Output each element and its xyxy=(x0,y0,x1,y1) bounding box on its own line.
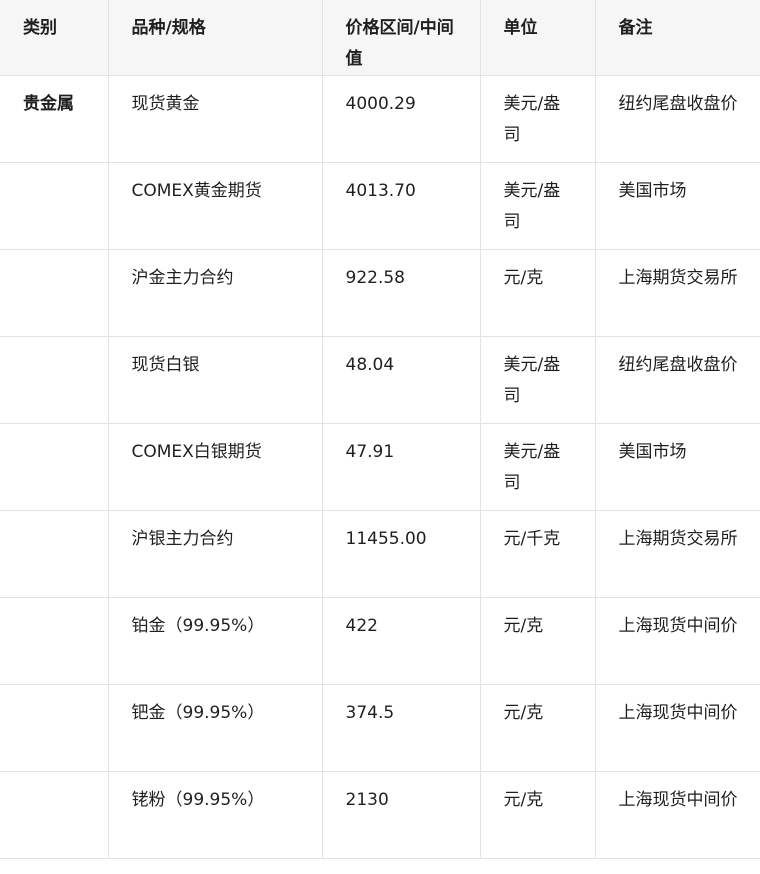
cell-price: 922.58 xyxy=(321,249,481,337)
cell-item: 现货白银 xyxy=(107,336,323,424)
cell-item: 钯金（99.95%） xyxy=(107,684,323,772)
header-unit: 单位 xyxy=(479,0,596,76)
cell-unit: 美元/盎司 xyxy=(479,336,596,424)
header-item: 品种/规格 xyxy=(107,0,323,76)
cell-item: COMEX黄金期货 xyxy=(107,162,323,250)
cell-unit: 元/克 xyxy=(479,771,596,859)
cell-item: 铂金（99.95%） xyxy=(107,597,323,685)
header-note: 备注 xyxy=(594,0,760,76)
cell-note: 纽约尾盘收盘价 xyxy=(594,75,760,163)
cell-item: 铑粉（99.95%） xyxy=(107,771,323,859)
cell-note: 纽约尾盘收盘价 xyxy=(594,336,760,424)
table-row: COMEX白银期货 47.91 美元/盎司 美国市场 xyxy=(0,423,760,511)
cell-price: 4000.29 xyxy=(321,75,481,163)
cell-note: 美国市场 xyxy=(594,162,760,250)
table-row: 沪金主力合约 922.58 元/克 上海期货交易所 xyxy=(0,249,760,337)
header-row: 类别 品种/规格 价格区间/中间值 单位 备注 xyxy=(0,0,760,76)
cell-unit: 元/克 xyxy=(479,684,596,772)
table-row: 铑粉（99.95%） 2130 元/克 上海现货中间价 xyxy=(0,771,760,859)
cell-note: 上海现货中间价 xyxy=(594,684,760,772)
cell-note: 上海期货交易所 xyxy=(594,510,760,598)
cell-category xyxy=(0,684,109,772)
cell-category xyxy=(0,510,109,598)
table-row: COMEX黄金期货 4013.70 美元/盎司 美国市场 xyxy=(0,162,760,250)
cell-price: 422 xyxy=(321,597,481,685)
cell-category xyxy=(0,771,109,859)
price-table: 类别 品种/规格 价格区间/中间值 单位 备注 贵金属 现货黄金 4000.29… xyxy=(0,0,760,859)
cell-price: 2130 xyxy=(321,771,481,859)
cell-note: 上海现货中间价 xyxy=(594,597,760,685)
table-row: 沪银主力合约 11455.00 元/千克 上海期货交易所 xyxy=(0,510,760,598)
cell-item: 沪金主力合约 xyxy=(107,249,323,337)
cell-category xyxy=(0,162,109,250)
cell-note: 上海现货中间价 xyxy=(594,771,760,859)
cell-note: 美国市场 xyxy=(594,423,760,511)
cell-item: 沪银主力合约 xyxy=(107,510,323,598)
cell-category xyxy=(0,249,109,337)
cell-unit: 元/克 xyxy=(479,597,596,685)
table-header: 类别 品种/规格 价格区间/中间值 单位 备注 xyxy=(0,0,760,76)
table-body: 贵金属 现货黄金 4000.29 美元/盎司 纽约尾盘收盘价 COMEX黄金期货… xyxy=(0,75,760,859)
header-price: 价格区间/中间值 xyxy=(321,0,481,76)
cell-category xyxy=(0,597,109,685)
cell-price: 11455.00 xyxy=(321,510,481,598)
cell-price: 4013.70 xyxy=(321,162,481,250)
cell-unit: 美元/盎司 xyxy=(479,162,596,250)
cell-price: 374.5 xyxy=(321,684,481,772)
cell-category xyxy=(0,423,109,511)
cell-unit: 元/千克 xyxy=(479,510,596,598)
cell-category: 贵金属 xyxy=(0,75,109,163)
table-row: 现货白银 48.04 美元/盎司 纽约尾盘收盘价 xyxy=(0,336,760,424)
cell-item: 现货黄金 xyxy=(107,75,323,163)
cell-category xyxy=(0,336,109,424)
cell-unit: 元/克 xyxy=(479,249,596,337)
cell-unit: 美元/盎司 xyxy=(479,75,596,163)
header-category: 类别 xyxy=(0,0,109,76)
cell-price: 47.91 xyxy=(321,423,481,511)
cell-price: 48.04 xyxy=(321,336,481,424)
cell-note: 上海期货交易所 xyxy=(594,249,760,337)
table-row: 钯金（99.95%） 374.5 元/克 上海现货中间价 xyxy=(0,684,760,772)
table-row: 铂金（99.95%） 422 元/克 上海现货中间价 xyxy=(0,597,760,685)
table-row: 贵金属 现货黄金 4000.29 美元/盎司 纽约尾盘收盘价 xyxy=(0,75,760,163)
cell-unit: 美元/盎司 xyxy=(479,423,596,511)
cell-item: COMEX白银期货 xyxy=(107,423,323,511)
